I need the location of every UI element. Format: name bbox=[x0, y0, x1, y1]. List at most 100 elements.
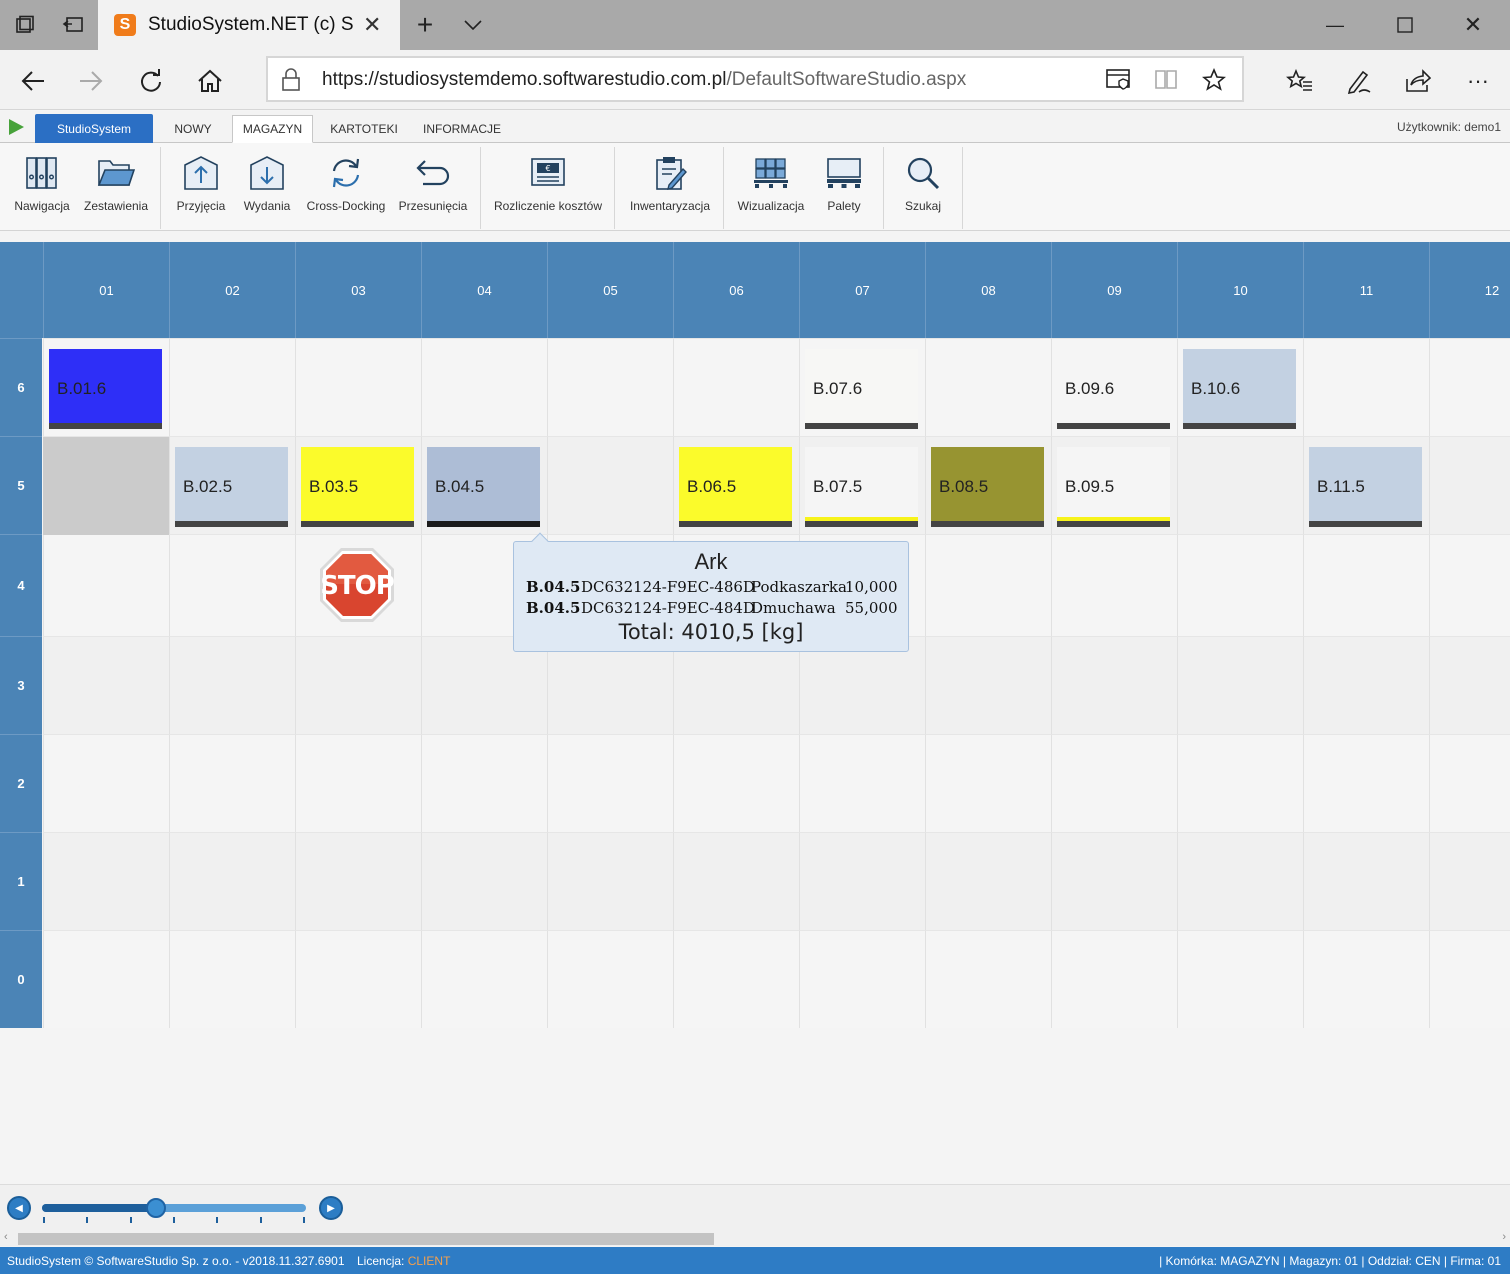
scroll-left-icon[interactable]: ‹ bbox=[4, 1231, 8, 1243]
slider-thumb[interactable] bbox=[145, 1198, 166, 1218]
grid-cell[interactable] bbox=[925, 534, 1051, 636]
inwentaryzacja-button[interactable]: Inwentaryzacja bbox=[624, 143, 716, 231]
selected-cell[interactable] bbox=[43, 437, 169, 535]
grid-cell[interactable] bbox=[43, 930, 169, 1028]
rack-slot[interactable]: B.06.5 bbox=[679, 447, 792, 527]
grid-cell[interactable] bbox=[169, 338, 295, 436]
slider-right-button[interactable]: ▶ bbox=[319, 1196, 343, 1220]
grid-cell[interactable] bbox=[1051, 930, 1177, 1028]
grid-cell[interactable] bbox=[421, 734, 547, 832]
grid-cell[interactable] bbox=[43, 534, 169, 636]
rack-slot[interactable]: B.08.5 bbox=[931, 447, 1044, 527]
grid-cell[interactable] bbox=[169, 734, 295, 832]
chevron-down-icon[interactable] bbox=[458, 10, 488, 40]
grid-cell[interactable] bbox=[1177, 832, 1303, 930]
grid-cell[interactable] bbox=[1177, 636, 1303, 734]
share-icon[interactable] bbox=[1401, 64, 1435, 98]
grid-cell[interactable] bbox=[673, 930, 799, 1028]
forward-icon[interactable] bbox=[74, 64, 108, 98]
grid-cell[interactable] bbox=[547, 832, 673, 930]
tab-kartoteki[interactable]: KARTOTEKI bbox=[324, 115, 404, 143]
grid-cell[interactable] bbox=[1303, 338, 1429, 436]
rack-slot[interactable]: B.07.6 bbox=[805, 349, 918, 429]
grid-cell[interactable] bbox=[421, 930, 547, 1028]
rack-slot[interactable]: B.07.5 bbox=[805, 447, 918, 527]
tab-magazyn[interactable]: MAGAZYN bbox=[232, 115, 313, 143]
grid-cell[interactable] bbox=[421, 832, 547, 930]
grid-cell[interactable] bbox=[295, 338, 421, 436]
grid-cell[interactable] bbox=[1429, 832, 1510, 930]
wizualizacja-button[interactable]: Wizualizacja bbox=[732, 143, 810, 231]
new-tab-icon[interactable]: + bbox=[410, 9, 440, 40]
grid-cell[interactable] bbox=[1051, 534, 1177, 636]
play-icon[interactable] bbox=[9, 119, 24, 135]
grid-cell[interactable] bbox=[421, 338, 547, 436]
grid-cell[interactable] bbox=[1051, 734, 1177, 832]
grid-cell[interactable] bbox=[1429, 534, 1510, 636]
favorite-star-icon[interactable] bbox=[1201, 67, 1227, 98]
grid-cell[interactable] bbox=[547, 338, 673, 436]
address-bar[interactable]: https://studiosystemdemo.softwarestudio.… bbox=[266, 56, 1244, 102]
rack-slot[interactable]: B.10.6 bbox=[1183, 349, 1296, 429]
grid-cell[interactable] bbox=[1303, 832, 1429, 930]
rack-slot[interactable]: B.02.5 bbox=[175, 447, 288, 527]
grid-cell[interactable] bbox=[1429, 436, 1510, 534]
scrollbar-thumb[interactable] bbox=[18, 1233, 714, 1245]
nawigacja-button[interactable]: Nawigacja bbox=[8, 143, 76, 231]
scroll-right-icon[interactable]: › bbox=[1502, 1231, 1506, 1243]
tab-informacje[interactable]: INFORMACJE bbox=[414, 115, 510, 143]
grid-cell[interactable] bbox=[925, 636, 1051, 734]
grid-cell[interactable] bbox=[925, 930, 1051, 1028]
przyjecia-button[interactable]: Przyjęcia bbox=[170, 143, 232, 231]
grid-cell[interactable] bbox=[169, 930, 295, 1028]
home-icon[interactable] bbox=[193, 64, 227, 98]
rack-slot[interactable]: B.11.5 bbox=[1309, 447, 1422, 527]
maximize-icon[interactable] bbox=[1390, 12, 1420, 38]
grid-cell[interactable] bbox=[295, 734, 421, 832]
grid-cell[interactable] bbox=[1177, 534, 1303, 636]
grid-cell[interactable] bbox=[295, 832, 421, 930]
grid-cell[interactable] bbox=[1429, 734, 1510, 832]
grid-cell[interactable] bbox=[169, 832, 295, 930]
grid-cell[interactable] bbox=[1177, 930, 1303, 1028]
grid-cell[interactable] bbox=[1051, 636, 1177, 734]
grid-cell[interactable] bbox=[1303, 636, 1429, 734]
grid-cell[interactable] bbox=[1429, 636, 1510, 734]
grid-cell[interactable] bbox=[547, 436, 673, 534]
horizontal-scrollbar[interactable]: ‹ › bbox=[0, 1230, 1510, 1246]
grid-cell[interactable] bbox=[1051, 832, 1177, 930]
grid-cell[interactable] bbox=[169, 636, 295, 734]
szukaj-button[interactable]: Szukaj bbox=[892, 143, 954, 231]
grid-cell[interactable] bbox=[799, 734, 925, 832]
rack-slot[interactable]: B.03.5 bbox=[301, 447, 414, 527]
grid-cell[interactable] bbox=[1303, 534, 1429, 636]
grid-cell[interactable] bbox=[295, 636, 421, 734]
more-options-icon[interactable]: ··· bbox=[1461, 64, 1495, 98]
zestawienia-button[interactable]: Zestawienia bbox=[80, 143, 152, 231]
rack-slot[interactable]: B.09.6 bbox=[1057, 349, 1170, 429]
rack-slot[interactable]: B.01.6 bbox=[49, 349, 162, 429]
web-note-pen-icon[interactable] bbox=[1342, 64, 1376, 98]
rozliczenie-kosztow-button[interactable]: € Rozliczenie kosztów bbox=[490, 143, 606, 231]
wydania-button[interactable]: Wydania bbox=[236, 143, 298, 231]
grid-cell[interactable] bbox=[799, 930, 925, 1028]
tab-actions-icon[interactable] bbox=[10, 10, 40, 40]
slider-left-button[interactable]: ◀ bbox=[7, 1196, 31, 1220]
reading-view-icon[interactable] bbox=[1154, 68, 1178, 96]
slider-track[interactable] bbox=[42, 1204, 306, 1212]
grid-cell[interactable] bbox=[1429, 338, 1510, 436]
grid-cell[interactable] bbox=[43, 832, 169, 930]
grid-cell[interactable] bbox=[1177, 436, 1303, 534]
grid-cell[interactable] bbox=[295, 930, 421, 1028]
tracking-prevention-icon[interactable] bbox=[1106, 68, 1132, 96]
grid-cell[interactable] bbox=[673, 832, 799, 930]
palety-button[interactable]: Palety bbox=[814, 143, 874, 231]
tab-nowy[interactable]: NOWY bbox=[164, 115, 222, 143]
grid-cell[interactable] bbox=[925, 734, 1051, 832]
grid-cell[interactable] bbox=[169, 534, 295, 636]
close-window-icon[interactable]: ✕ bbox=[1458, 12, 1488, 38]
grid-cell[interactable] bbox=[673, 734, 799, 832]
grid-cell[interactable] bbox=[925, 832, 1051, 930]
minimize-icon[interactable]: — bbox=[1320, 12, 1350, 38]
grid-cell[interactable] bbox=[1429, 930, 1510, 1028]
